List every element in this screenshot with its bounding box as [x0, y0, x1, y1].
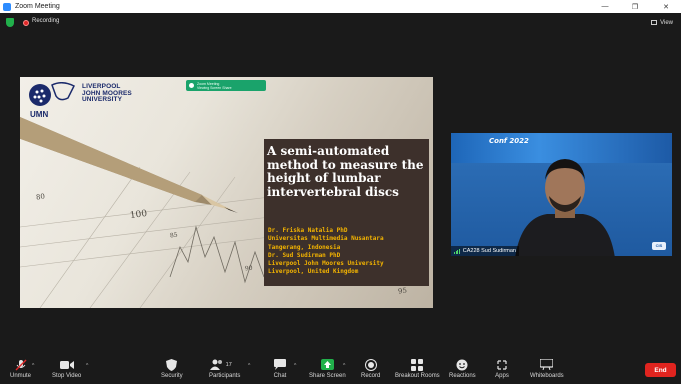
slide-authors: Dr. Friska Natalia PhD Universitas Multi…: [268, 227, 384, 277]
stop-video-label: Stop Video: [52, 373, 82, 379]
reactions-button[interactable]: Reactions: [449, 358, 476, 379]
author-line-1: Dr. Friska Natalia PhD: [268, 227, 348, 234]
audio-options-caret-icon[interactable]: ^: [32, 363, 34, 369]
participants-label: Participants: [209, 373, 241, 379]
view-grid-icon: [651, 20, 658, 25]
ljmu-logo: [48, 82, 78, 107]
conference-year: 2022: [509, 137, 529, 145]
conference-prefix: Conf: [489, 137, 507, 145]
view-button[interactable]: View: [647, 17, 677, 28]
zoom-app-icon: [3, 2, 11, 11]
paper-number-90: 90: [244, 264, 254, 273]
window-title: Zoom Meeting: [15, 3, 60, 10]
author-line-6: Liverpool, United Kingdom: [268, 268, 359, 276]
meeting-chip-line-2: Viewing Screen Share: [197, 85, 232, 90]
share-options-caret-icon[interactable]: ^: [343, 363, 345, 369]
view-label: View: [660, 19, 673, 26]
chat-button[interactable]: Chat: [273, 358, 287, 379]
close-button[interactable]: ✕: [651, 0, 681, 13]
unmute-label: Unmute: [10, 373, 32, 379]
chat-caret-icon[interactable]: ^: [294, 363, 296, 369]
breakout-rooms-button[interactable]: Breakout Rooms: [395, 358, 440, 379]
meeting-chip-dot-icon: [189, 83, 194, 88]
conference-logo: Conf 2022: [489, 137, 529, 145]
meeting-chip[interactable]: Zoom Meeting Viewing Screen Share: [186, 80, 266, 91]
meeting-toolbar: Unmute ^ Stop Video ^ Security 17 Partic…: [0, 355, 681, 384]
chat-bubble-icon: [273, 358, 287, 371]
maximize-button[interactable]: ❐: [620, 0, 650, 13]
breakout-rooms-icon: [410, 358, 424, 371]
participants-button[interactable]: 17 Participants: [209, 358, 240, 379]
encryption-shield-icon[interactable]: [6, 18, 14, 27]
author-line-5: Liverpool John Moores University: [268, 260, 384, 268]
security-button[interactable]: Security: [161, 358, 183, 379]
paper-number-95: 95: [397, 286, 408, 296]
share-screen-button[interactable]: Share Screen: [309, 358, 346, 379]
participant-name: CA228 Sud Sudirman: [462, 248, 516, 254]
whiteboard-icon: [540, 358, 554, 371]
participants-icon: 17: [209, 358, 240, 371]
recording-dot-icon: [23, 20, 29, 26]
microphone-muted-icon: [14, 358, 28, 371]
author-line-4: Dr. Sud Sudirman PhD: [268, 251, 341, 259]
unmute-button[interactable]: Unmute: [10, 358, 31, 379]
participant-name-tag: CA228 Sud Sudirman: [451, 246, 519, 256]
share-screen-icon: [320, 358, 334, 371]
apps-button[interactable]: Apps: [495, 358, 509, 379]
participants-count: 17: [225, 361, 232, 368]
umn-emblem-icon: [29, 84, 51, 106]
apps-icon: [495, 358, 509, 371]
share-screen-label: Share Screen: [309, 373, 346, 379]
slide-title-box: A semi-automated method to measure the h…: [264, 139, 429, 286]
breakout-rooms-label: Breakout Rooms: [395, 373, 440, 379]
record-icon: [364, 358, 378, 371]
conference-corner-logo: CIS: [652, 242, 666, 250]
meeting-topbar: Recording View: [0, 13, 681, 33]
reactions-label: Reactions: [449, 373, 476, 379]
recording-label: Recording: [32, 18, 60, 24]
end-meeting-button[interactable]: End: [645, 363, 676, 377]
whiteboards-label: Whiteboards: [530, 373, 564, 379]
chat-label: Chat: [273, 373, 287, 379]
author-line-2: Universitas Multimedia Nusantara: [268, 235, 384, 243]
ljmu-line-3: UNIVERSITY: [82, 96, 123, 103]
paper-number-80: 80: [35, 192, 46, 202]
whiteboards-button[interactable]: Whiteboards: [530, 358, 564, 379]
author-line-3: Tangerang, Indonesia: [268, 243, 341, 251]
paper-number-85: 85: [169, 231, 179, 240]
window-titlebar: Zoom Meeting — ❐ ✕: [0, 0, 681, 13]
apps-label: Apps: [495, 373, 509, 379]
minimize-button[interactable]: —: [590, 0, 620, 13]
slide-title: A semi-automated method to measure the h…: [267, 144, 424, 199]
record-label: Record: [361, 373, 381, 379]
video-options-caret-icon[interactable]: ^: [86, 363, 88, 369]
shield-icon: [165, 358, 179, 371]
participants-caret-icon[interactable]: ^: [248, 363, 250, 369]
stop-video-button[interactable]: Stop Video: [52, 358, 81, 379]
ljmu-crest-icon: [51, 82, 76, 101]
reactions-icon: [455, 358, 469, 371]
video-camera-icon: [59, 358, 74, 371]
security-label: Security: [161, 373, 183, 379]
participant-video-tile[interactable]: Conf 2022 CA228 Sud Sudirman CIS: [451, 133, 672, 256]
umn-label: UMN: [30, 110, 49, 119]
record-button[interactable]: Record: [361, 358, 380, 379]
ljmu-wordmark: LIVERPOOL JOHN MOORES UNIVERSITY: [82, 83, 132, 104]
participant-person-image: [515, 159, 615, 256]
audio-level-icon: [454, 248, 460, 254]
shared-screen-slide: LIVERPOOL JOHN MOORES UNIVERSITY UMN Zoo…: [20, 77, 433, 308]
